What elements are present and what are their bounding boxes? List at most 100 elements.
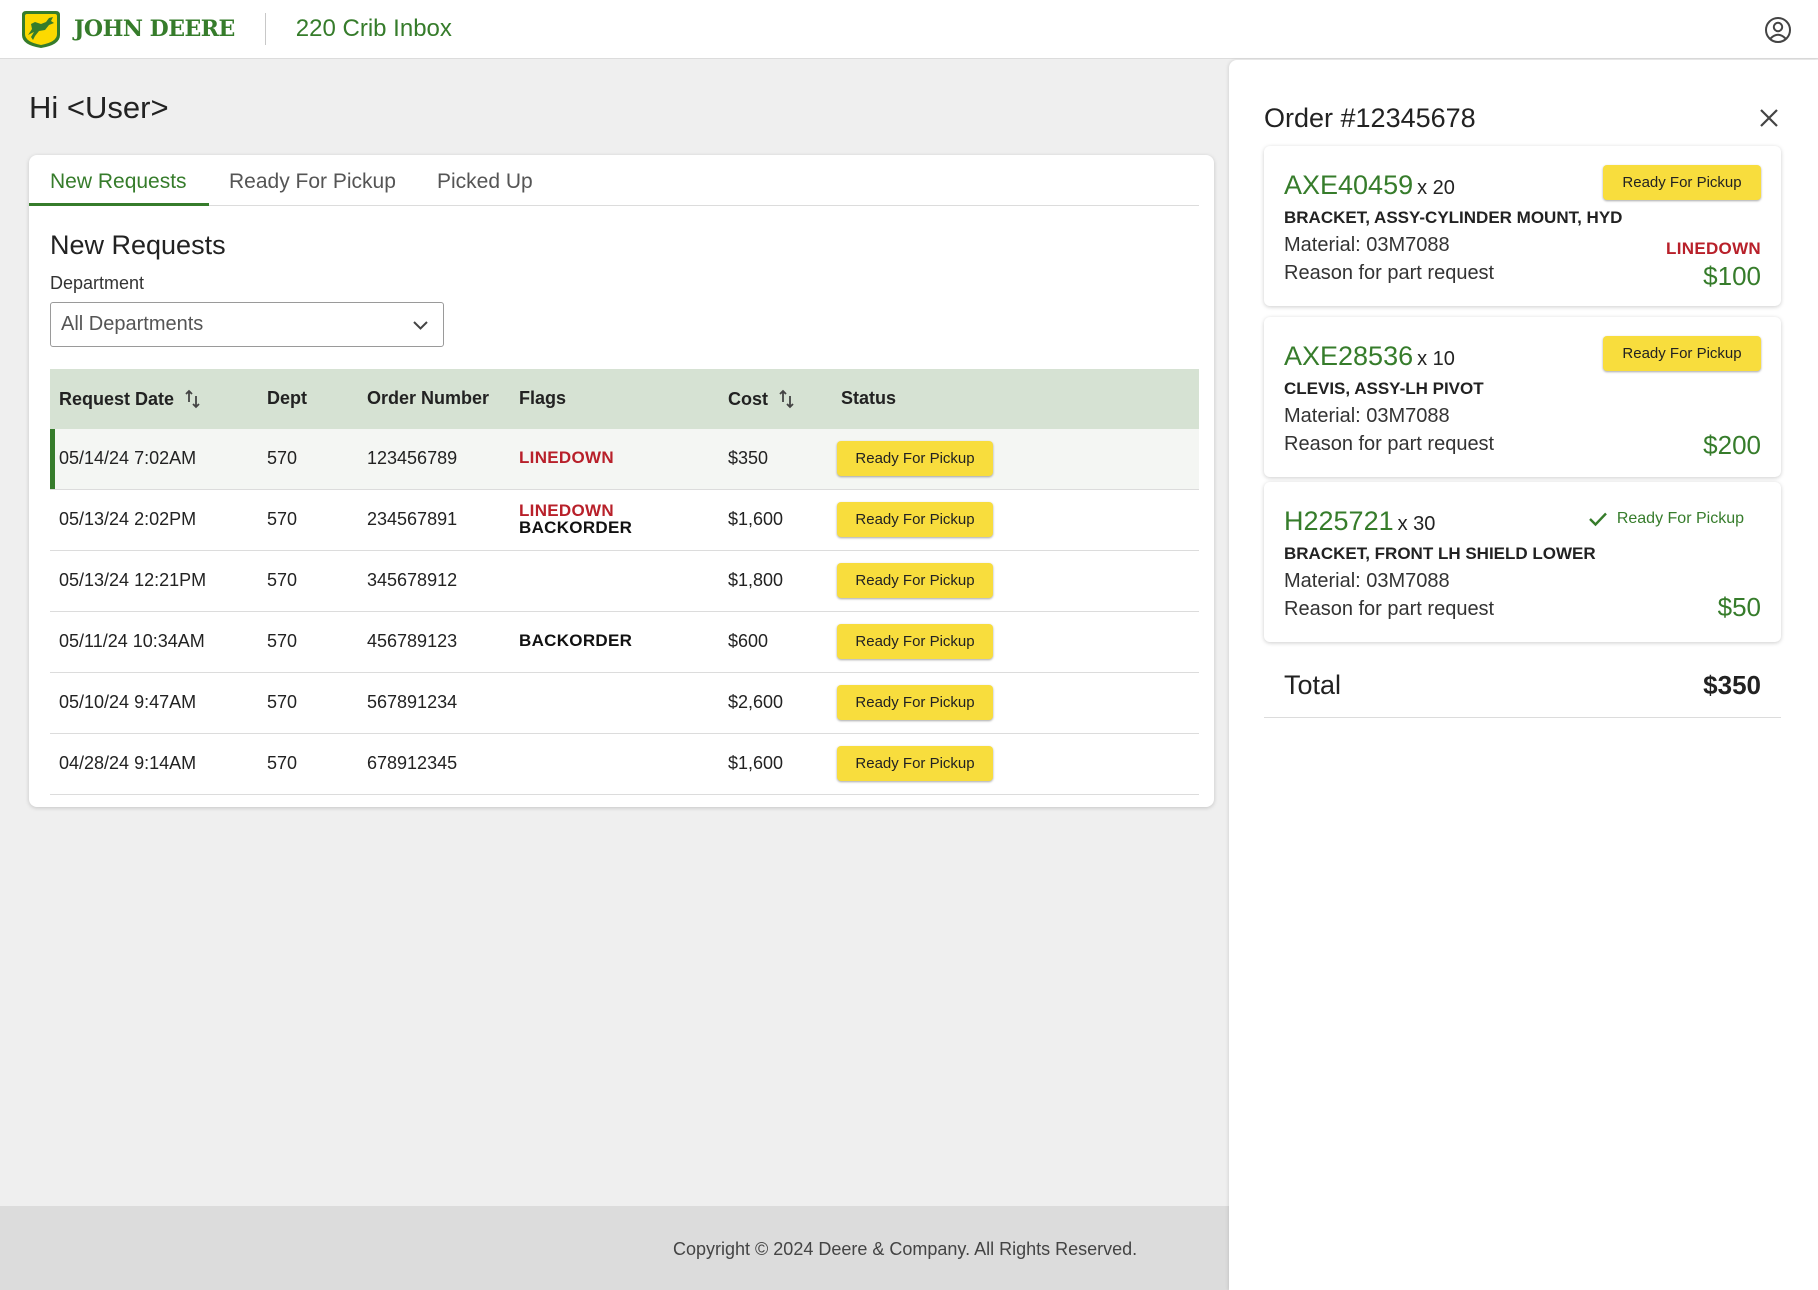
table-row[interactable]: 05/11/24 10:34AM 570 456789123 BACKORDER… — [50, 612, 1199, 673]
sort-icon[interactable] — [778, 388, 796, 410]
cell-dept: 570 — [267, 570, 298, 590]
chevron-down-icon — [413, 321, 428, 330]
flag-linedown: LINEDOWN — [519, 448, 614, 467]
ready-for-pickup-button[interactable]: Ready For Pickup — [837, 502, 993, 537]
part-number: H225721 x 30 — [1284, 506, 1436, 536]
column-dept: Dept — [267, 388, 307, 408]
part-price: $100 — [1703, 261, 1761, 291]
order-title: Order #12345678 — [1264, 103, 1476, 133]
cell-request-date: 05/14/24 7:02AM — [59, 448, 197, 468]
order-total: Total $350 — [1264, 658, 1781, 718]
cell-cost: $600 — [728, 631, 769, 651]
order-item-card: H225721 x 30 Ready For Pickup BRACKET, FR… — [1264, 482, 1781, 642]
part-material: Material: 03M7088 — [1284, 405, 1450, 427]
total-value: $350 — [1703, 670, 1761, 700]
part-description: BRACKET, ASSY-CYLINDER MOUNT, HYD — [1284, 208, 1623, 227]
checkmark-icon — [1588, 512, 1607, 527]
table-row[interactable]: 05/10/24 9:47AM 570 567891234 $2,600 Rea… — [50, 673, 1199, 734]
user-circle-icon[interactable] — [1764, 16, 1792, 44]
cell-request-date: 04/28/24 9:14AM — [59, 753, 197, 773]
cell-cost: $2,600 — [728, 692, 784, 712]
flag-backorder: BACKORDER — [519, 631, 633, 650]
column-order-number: Order Number — [367, 388, 490, 408]
flag-linedown: LINEDOWN — [519, 501, 614, 520]
cell-order-number: 456789123 — [367, 631, 458, 651]
order-item-card: AXE40459 x 20 Ready For Pickup BRACKET, A… — [1264, 146, 1781, 306]
order-detail-panel: Order #12345678 AXE40459 x 20 Ready For P… — [1229, 60, 1818, 1290]
column-status: Status — [841, 388, 897, 408]
table-row[interactable]: 05/14/24 7:02AM 570 123456789 LINEDOWN $… — [50, 429, 1199, 490]
cell-order-number: 345678912 — [367, 570, 458, 590]
cell-order-number: 678912345 — [367, 753, 458, 773]
cell-request-date: 05/10/24 9:47AM — [59, 692, 197, 712]
department-select[interactable]: All Departments — [50, 302, 444, 347]
cell-request-date: 05/13/24 2:02PM — [59, 509, 197, 529]
part-reason: Reason for part request — [1284, 433, 1495, 455]
part-description: CLEVIS, ASSY-LH PIVOT — [1284, 379, 1484, 398]
table-row[interactable]: 04/28/24 9:14AM 570 678912345 $1,600 Rea… — [50, 734, 1199, 795]
tab-picked-up[interactable]: Picked Up — [437, 170, 533, 194]
department-select-value: All Departments — [61, 313, 204, 335]
brand-name: JOHN DEERE — [74, 16, 235, 42]
main-content: Hi <User> New Requests Ready For Pickup … — [0, 60, 1229, 1206]
part-material: Material: 03M7088 — [1284, 234, 1450, 256]
requests-card: New Requests Ready For Pickup Picked Up … — [29, 155, 1214, 807]
part-description: BRACKET, FRONT LH SHIELD LOWER — [1284, 544, 1596, 563]
cell-order-number: 567891234 — [367, 692, 458, 712]
cell-dept: 570 — [267, 692, 298, 712]
footer: Copyright © 2024 Deere & Company. All Ri… — [0, 1206, 1229, 1290]
cell-dept: 570 — [267, 509, 298, 529]
ready-for-pickup-button[interactable]: Ready For Pickup — [837, 685, 993, 720]
header-divider — [264, 13, 266, 45]
cell-dept: 570 — [267, 631, 298, 651]
app-title: 220 Crib Inbox — [295, 15, 452, 42]
cell-cost: $350 — [728, 448, 769, 468]
john-deere-logo[interactable]: JOHN DEERE — [19, 9, 235, 49]
part-quantity: x 20 — [1417, 177, 1455, 199]
part-number: AXE40459 x 20 — [1284, 170, 1455, 200]
tab-new-requests[interactable]: New Requests — [50, 170, 187, 194]
deer-logo-icon — [22, 11, 60, 48]
top-bar: JOHN DEERE 220 Crib Inbox — [0, 0, 1818, 59]
table-header: Request Date Dept Order Number Flags Cos… — [50, 369, 1199, 429]
ready-for-pickup-button[interactable]: Ready For Pickup — [1603, 336, 1761, 371]
cell-order-number: 123456789 — [367, 448, 458, 468]
column-request-date[interactable]: Request Date — [59, 388, 202, 410]
part-reason: Reason for part request — [1284, 598, 1495, 620]
ready-for-pickup-button[interactable]: Ready For Pickup — [1603, 165, 1761, 200]
ready-for-pickup-button[interactable]: Ready For Pickup — [837, 441, 993, 476]
column-cost[interactable]: Cost — [728, 388, 796, 410]
section-title: New Requests — [50, 230, 226, 260]
part-reason: Reason for part request — [1284, 262, 1495, 284]
tab-ready-for-pickup[interactable]: Ready For Pickup — [229, 170, 396, 194]
tab-bar: New Requests Ready For Pickup Picked Up — [29, 155, 1199, 206]
greeting: Hi <User> — [29, 90, 169, 125]
cell-cost: $1,600 — [728, 509, 784, 529]
column-flags: Flags — [519, 388, 567, 408]
ready-for-pickup-button[interactable]: Ready For Pickup — [837, 563, 993, 598]
flag-linedown: LINEDOWN — [1666, 239, 1761, 258]
picked-status: Ready For Pickup — [1588, 510, 1744, 528]
department-label: Department — [50, 273, 145, 293]
requests-table: Request Date Dept Order Number Flags Cos… — [50, 369, 1199, 795]
copyright-text: Copyright © 2024 Deere & Company. All Ri… — [673, 1239, 1138, 1259]
ready-for-pickup-button[interactable]: Ready For Pickup — [837, 746, 993, 781]
total-label: Total — [1284, 670, 1342, 700]
ready-for-pickup-button[interactable]: Ready For Pickup — [837, 624, 993, 659]
cell-dept: 570 — [267, 448, 298, 468]
part-quantity: x 10 — [1417, 348, 1455, 370]
part-price: $50 — [1717, 592, 1761, 622]
flag-backorder: BACKORDER — [519, 518, 633, 537]
cell-request-date: 05/11/24 10:34AM — [59, 631, 205, 651]
cell-order-number: 234567891 — [367, 509, 458, 529]
table-row[interactable]: 05/13/24 2:02PM 570 234567891 LINEDOWN B… — [50, 490, 1199, 551]
part-material: Material: 03M7088 — [1284, 570, 1450, 592]
cell-request-date: 05/13/24 12:21PM — [59, 570, 207, 590]
cell-cost: $1,600 — [728, 753, 784, 773]
sort-icon[interactable] — [184, 388, 202, 410]
order-item-card: AXE28536 x 10 Ready For Pickup CLEVIS, AS… — [1264, 317, 1781, 477]
table-row[interactable]: 05/13/24 12:21PM 570 345678912 $1,800 Re… — [50, 551, 1199, 612]
active-tab-indicator — [29, 203, 209, 206]
part-price: $200 — [1703, 430, 1761, 460]
close-icon[interactable] — [1758, 107, 1780, 129]
